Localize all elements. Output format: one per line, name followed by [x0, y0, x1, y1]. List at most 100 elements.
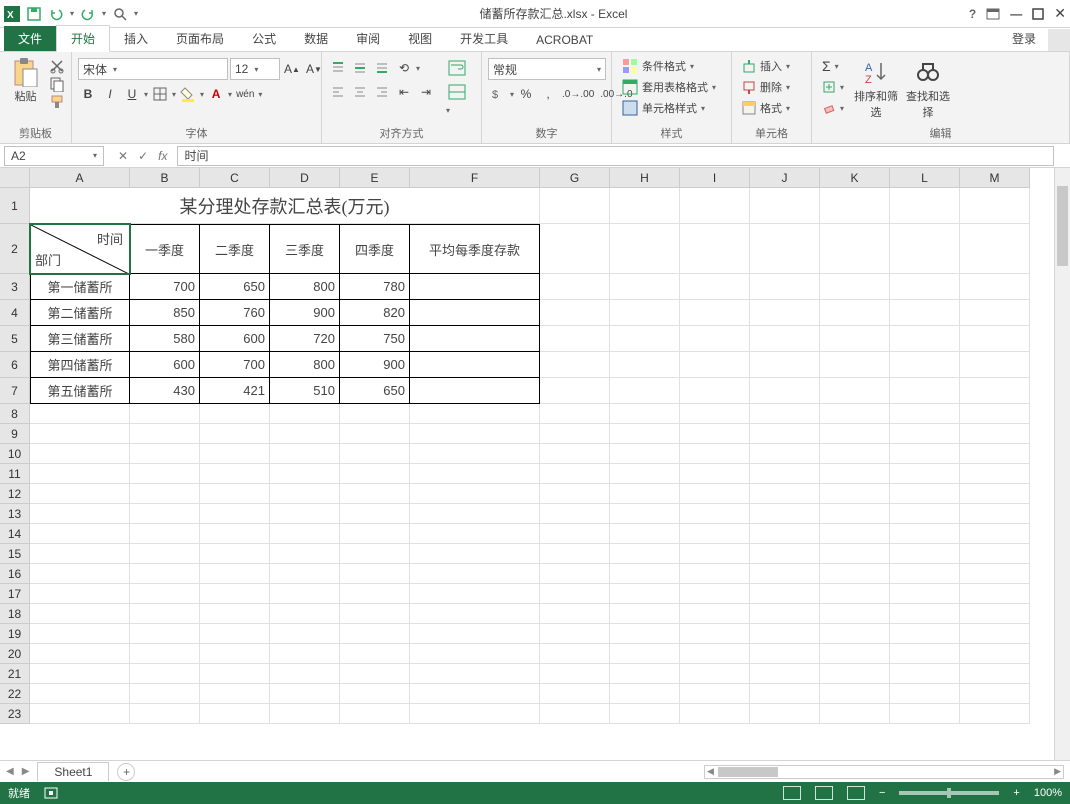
font-size-select[interactable]: 12▾	[230, 58, 280, 80]
cell[interactable]	[610, 274, 680, 300]
fill-color-button[interactable]	[178, 84, 198, 104]
cell[interactable]	[410, 664, 540, 684]
cell[interactable]	[750, 444, 820, 464]
accounting-button[interactable]: $	[488, 84, 508, 104]
cell[interactable]	[960, 424, 1030, 444]
cell[interactable]	[750, 274, 820, 300]
cell[interactable]	[200, 464, 270, 484]
col-header[interactable]: C	[200, 168, 270, 188]
col-header[interactable]: I	[680, 168, 750, 188]
cell[interactable]	[340, 404, 410, 424]
cell[interactable]	[890, 444, 960, 464]
row-header[interactable]: 20	[0, 644, 30, 664]
vertical-scrollbar[interactable]	[1054, 168, 1070, 760]
cell[interactable]	[680, 564, 750, 584]
row-header[interactable]: 1	[0, 188, 30, 224]
cell[interactable]	[820, 544, 890, 564]
cell[interactable]	[750, 684, 820, 704]
cell[interactable]	[680, 644, 750, 664]
cell[interactable]: 580	[130, 326, 200, 352]
cell[interactable]	[410, 274, 540, 300]
format-cells-button[interactable]: 格式▾	[738, 98, 794, 118]
row-header[interactable]: 16	[0, 564, 30, 584]
clear-button[interactable]: ▾	[818, 98, 848, 118]
cell[interactable]	[890, 300, 960, 326]
cell[interactable]	[960, 624, 1030, 644]
row-header[interactable]: 21	[0, 664, 30, 684]
cell[interactable]	[610, 584, 680, 604]
cells-grid[interactable]: 某分理处存款汇总表(万元)时间部门一季度二季度三季度四季度平均每季度存款第一储蓄…	[30, 188, 1030, 724]
add-sheet-button[interactable]: +	[117, 763, 135, 781]
cell[interactable]	[200, 424, 270, 444]
cell[interactable]: 850	[130, 300, 200, 326]
cell[interactable]	[750, 624, 820, 644]
cell[interactable]: 600	[130, 352, 200, 378]
cell[interactable]: 三季度	[270, 224, 340, 274]
find-select-button[interactable]: 查找和选择	[904, 54, 952, 120]
cell[interactable]	[540, 504, 610, 524]
cell[interactable]	[610, 444, 680, 464]
cell[interactable]: 时间部门	[30, 224, 130, 274]
cell[interactable]	[410, 352, 540, 378]
table-format-button[interactable]: 套用表格格式▾	[618, 77, 720, 97]
cell[interactable]	[750, 604, 820, 624]
cell[interactable]	[340, 584, 410, 604]
phonetic-button[interactable]: wén	[234, 84, 256, 104]
cell[interactable]	[540, 352, 610, 378]
zoom-slider[interactable]	[899, 791, 999, 795]
cell[interactable]	[820, 352, 890, 378]
cell[interactable]	[30, 424, 130, 444]
cell[interactable]	[890, 624, 960, 644]
cell[interactable]	[610, 188, 680, 224]
cell[interactable]	[960, 544, 1030, 564]
cell[interactable]	[890, 544, 960, 564]
cell[interactable]	[750, 644, 820, 664]
cell[interactable]	[820, 604, 890, 624]
cell[interactable]	[820, 424, 890, 444]
cell[interactable]	[610, 300, 680, 326]
cell[interactable]	[960, 564, 1030, 584]
cell[interactable]	[750, 378, 820, 404]
cell[interactable]	[540, 224, 610, 274]
cell[interactable]	[750, 464, 820, 484]
cell[interactable]	[890, 484, 960, 504]
cell[interactable]	[130, 524, 200, 544]
cell[interactable]	[340, 484, 410, 504]
cell[interactable]	[540, 188, 610, 224]
zoom-in-button[interactable]: +	[1013, 787, 1019, 799]
ribbon-tab-5[interactable]: 审阅	[342, 26, 394, 51]
cell[interactable]	[200, 524, 270, 544]
cell[interactable]: 650	[340, 378, 410, 404]
redo-icon[interactable]	[80, 6, 96, 22]
cell[interactable]	[610, 224, 680, 274]
tab-nav-prev[interactable]: ◀	[6, 766, 14, 777]
cell[interactable]	[200, 484, 270, 504]
cell[interactable]	[680, 684, 750, 704]
ribbon-tab-0[interactable]: 开始	[56, 25, 110, 52]
cell[interactable]: 第一储蓄所	[30, 274, 130, 300]
col-header[interactable]: F	[410, 168, 540, 188]
align-middle-button[interactable]	[350, 58, 370, 78]
macro-icon[interactable]	[44, 787, 58, 799]
col-header[interactable]: B	[130, 168, 200, 188]
cell[interactable]	[680, 404, 750, 424]
row-header[interactable]: 22	[0, 684, 30, 704]
cell[interactable]	[820, 444, 890, 464]
cell[interactable]: 700	[130, 274, 200, 300]
percent-button[interactable]: %	[516, 84, 536, 104]
user-avatar[interactable]	[1048, 29, 1070, 51]
cell[interactable]	[30, 524, 130, 544]
scroll-thumb[interactable]	[1057, 186, 1068, 266]
ribbon-tab-4[interactable]: 数据	[290, 26, 342, 51]
cell[interactable]	[270, 444, 340, 464]
cell[interactable]	[610, 704, 680, 724]
cell[interactable]	[130, 504, 200, 524]
cell[interactable]	[410, 684, 540, 704]
cell[interactable]	[340, 604, 410, 624]
row-header[interactable]: 15	[0, 544, 30, 564]
cell[interactable]	[270, 664, 340, 684]
cell[interactable]	[820, 404, 890, 424]
italic-button[interactable]: I	[100, 84, 120, 104]
cell[interactable]	[130, 544, 200, 564]
row-headers[interactable]: 1234567891011121314151617181920212223	[0, 188, 30, 724]
